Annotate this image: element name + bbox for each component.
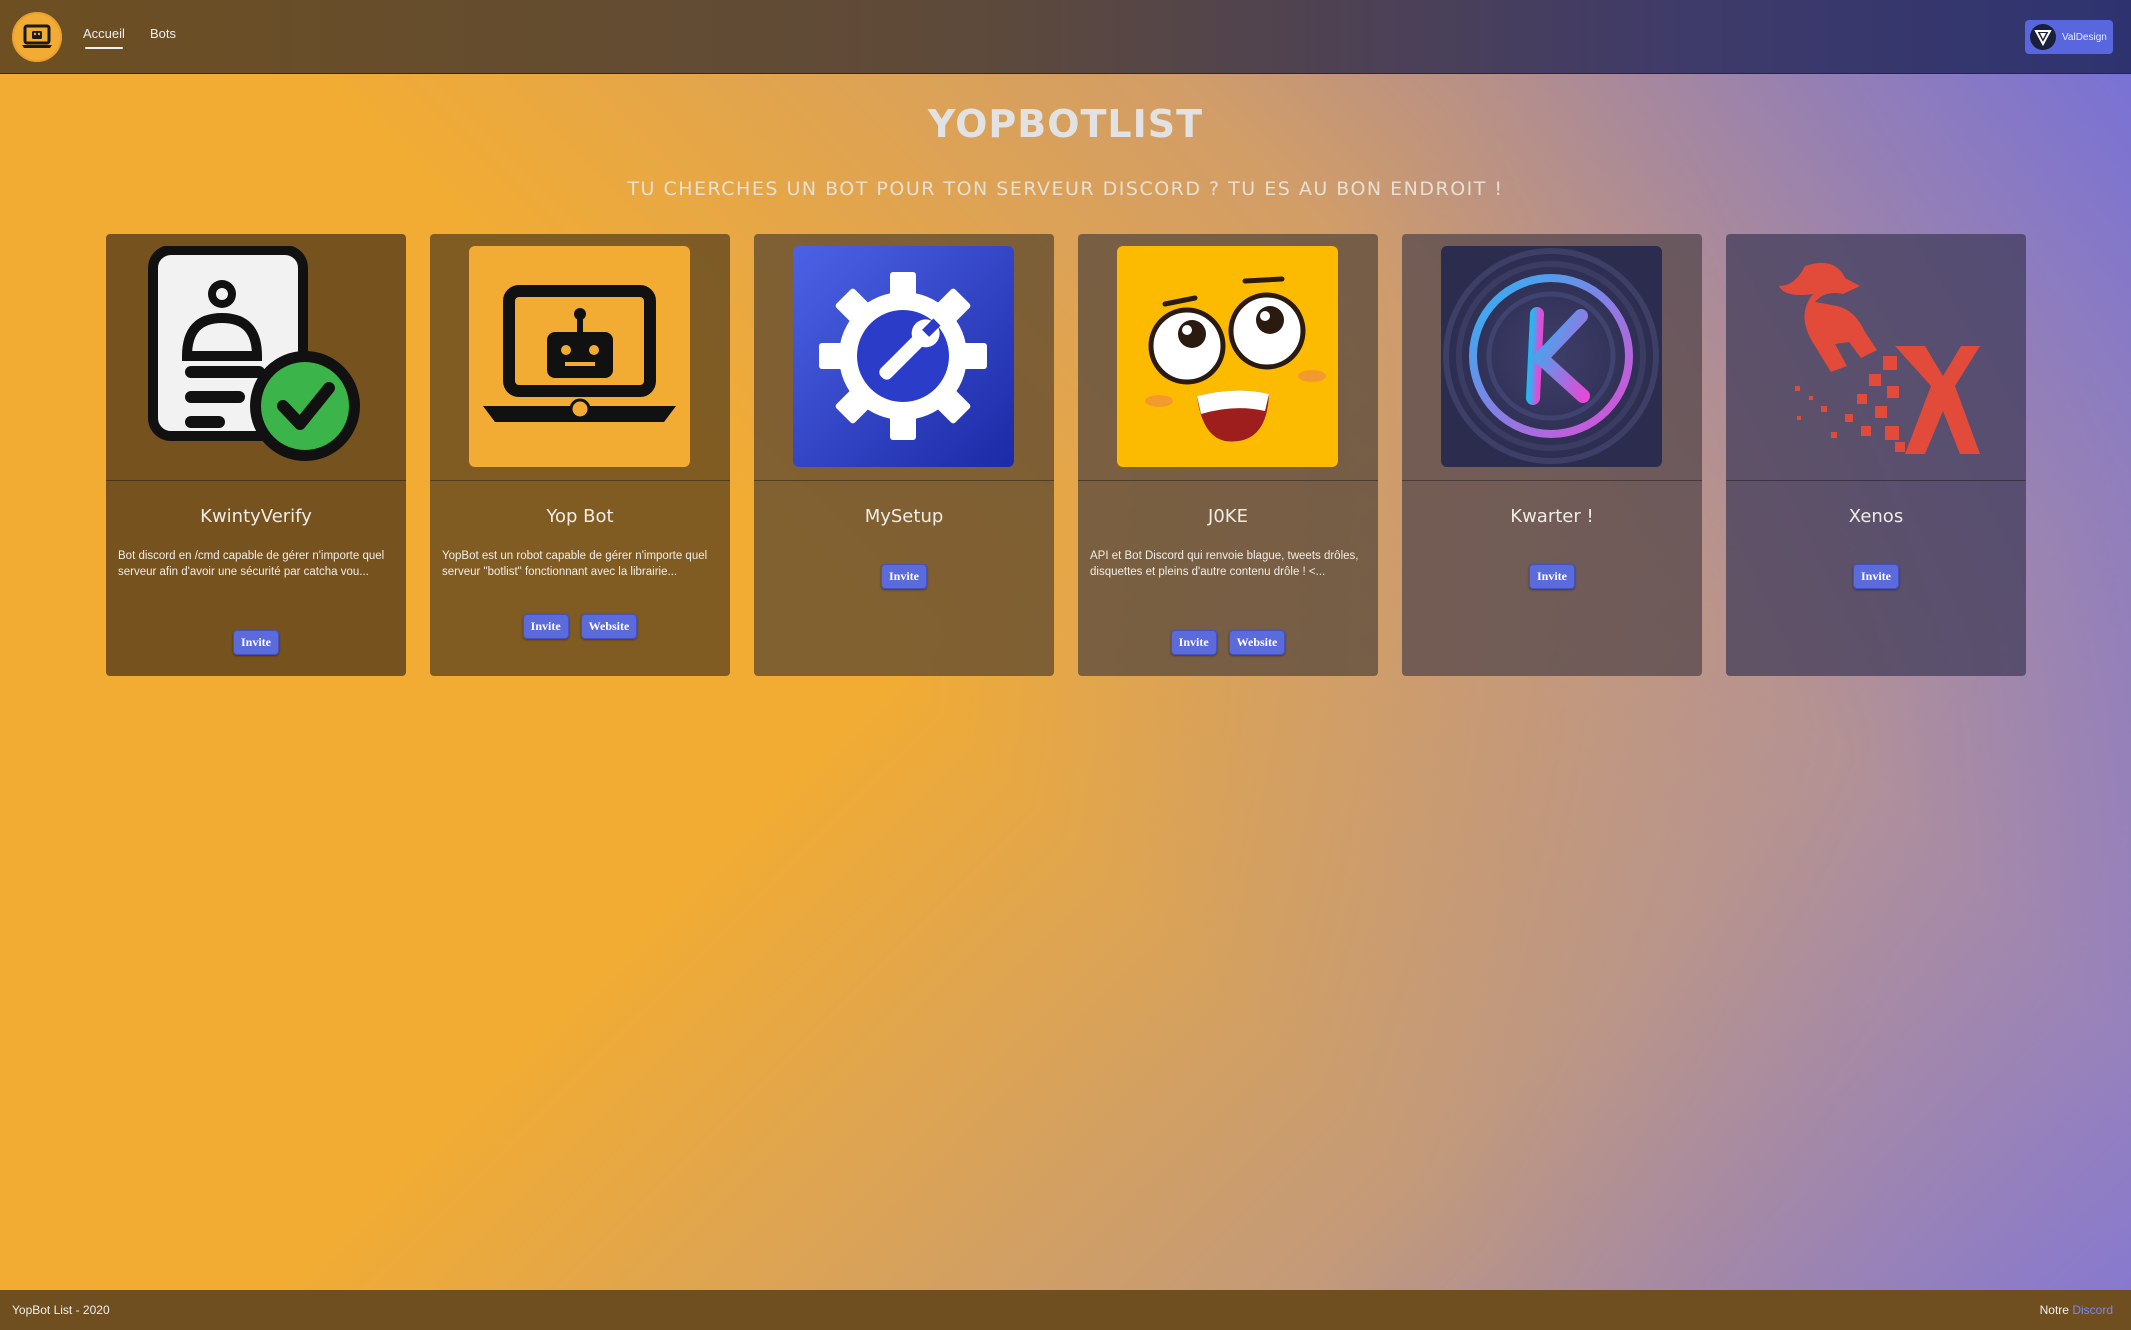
invite-button[interactable]: Invite [881,564,927,589]
footer-discord: Notre Discord [2040,1303,2113,1317]
discord-link[interactable]: Discord [2072,1303,2113,1317]
nav-link-accueil[interactable]: Accueil [83,26,125,49]
bot-actions: Invite [106,630,406,655]
bot-image-area [430,234,730,481]
user-name: ValDesign [2062,31,2107,43]
robot-laptop-icon [469,246,690,467]
site-logo[interactable] [12,12,62,62]
bot-image-area [106,234,406,481]
footer-copyright: YopBot List - 2020 [12,1303,110,1317]
page-title: YOPBOTLIST [927,102,1204,146]
laptop-robot-icon [22,24,52,48]
footer-discord-prefix: Notre [2039,1303,2069,1317]
bot-actions: Invite [1402,564,1702,589]
bot-card-grid: KwintyVerify Bot discord en /cmd capable… [106,234,2027,676]
user-avatar [2030,24,2056,50]
bot-image-area [1078,234,1378,481]
bot-description: Bot discord en /cmd capable de gérer n'i… [118,550,385,578]
bot-name[interactable]: Yop Bot [430,506,730,527]
bot-card: Kwarter ! Invite [1402,234,1702,676]
bot-actions: Invite [754,564,1054,589]
bot-image-area [1402,234,1702,481]
page-subtitle: TU CHERCHES UN BOT POUR TON SERVEUR DISC… [627,178,1504,200]
bot-card: Yop Bot YopBot est un robot capable de g… [430,234,730,676]
bot-name[interactable]: MySetup [754,506,1054,527]
bot-actions: Invite Website [1078,630,1378,655]
bot-name[interactable]: Kwarter ! [1402,506,1702,527]
bot-card: J0KE API et Bot Discord qui renvoie blag… [1078,234,1378,676]
bot-actions: Invite Website [430,614,730,639]
v-shield-icon [2034,30,2052,46]
invite-button[interactable]: Invite [522,614,569,639]
invite-button[interactable]: Invite [233,630,279,655]
bot-card: KwintyVerify Bot discord en /cmd capable… [106,234,406,676]
website-button[interactable]: Website [1228,630,1286,655]
bot-image-area [1726,234,2026,481]
bot-name[interactable]: Xenos [1726,506,2026,527]
bot-actions: Invite [1726,564,2026,589]
bot-name[interactable]: J0KE [1078,506,1378,527]
bot-card: MySetup Invite [754,234,1054,676]
invite-button[interactable]: Invite [1853,564,1899,589]
k-circle-logo-icon [1441,246,1662,467]
invite-button[interactable]: Invite [1529,564,1575,589]
user-menu-button[interactable]: ValDesign [2025,20,2113,54]
bot-description: API et Bot Discord qui renvoie blague, t… [1090,550,1359,578]
bot-name[interactable]: KwintyVerify [106,506,406,527]
id-card-check-icon [145,246,366,467]
nav-link-bots[interactable]: Bots [150,26,176,41]
bot-description: YopBot est un robot capable de gérer n'i… [442,550,708,578]
bot-image-area [754,234,1054,481]
dragon-x-logo-icon [1765,246,1986,467]
bot-card: Xenos Invite [1726,234,2026,676]
website-button[interactable]: Website [580,614,638,639]
navbar: Accueil Bots ValDesign [0,0,2131,74]
gear-wrench-icon [793,246,1014,467]
funny-face-icon [1117,246,1338,467]
invite-button[interactable]: Invite [1170,630,1217,655]
footer: YopBot List - 2020 Notre Discord [0,1290,2131,1330]
